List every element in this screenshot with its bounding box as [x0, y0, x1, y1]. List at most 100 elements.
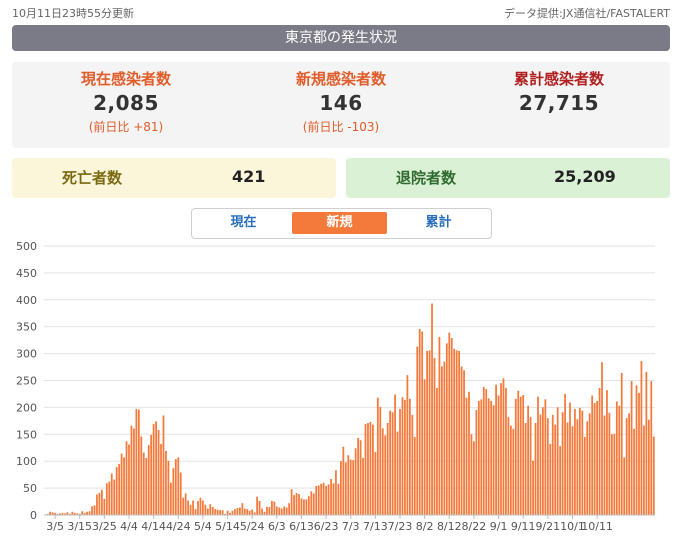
bar [406, 375, 409, 515]
new-cases-value: 146 [319, 91, 363, 115]
bar [202, 500, 204, 515]
bar [645, 371, 648, 515]
bar [468, 391, 470, 515]
bar [280, 508, 283, 515]
bar [603, 415, 606, 515]
total-cases-label: 累計感染者数 [513, 70, 604, 88]
bar [571, 426, 574, 515]
bar [635, 385, 638, 515]
bar [411, 414, 414, 515]
x-tick-label: 4/14 [141, 520, 166, 533]
bar [278, 507, 281, 515]
data-source: データ提供:JX通信社/FASTALERT [503, 7, 670, 20]
bar [322, 482, 325, 515]
bar [394, 394, 396, 515]
bar [418, 328, 421, 515]
bar [167, 460, 170, 515]
bar [490, 400, 493, 515]
bar [221, 510, 224, 515]
bar [234, 509, 236, 515]
bar [189, 504, 192, 515]
bar [288, 503, 291, 515]
bar [98, 492, 101, 515]
bar [110, 473, 113, 515]
bar [115, 467, 118, 515]
bar [436, 388, 438, 515]
bar [514, 398, 517, 515]
bar [633, 428, 635, 515]
bar [187, 500, 190, 515]
bar [204, 504, 207, 515]
bar [342, 446, 345, 515]
bar [539, 414, 542, 515]
x-tick-label: 8/12 [437, 520, 462, 533]
bar [638, 392, 640, 515]
bar [332, 483, 335, 515]
bar [455, 350, 458, 515]
x-tick-label: 4/24 [166, 520, 191, 533]
bar [271, 501, 273, 515]
recovered-box: 退院者数 25,209 [346, 158, 670, 198]
bar [105, 483, 108, 515]
bar [256, 496, 258, 515]
bar [206, 508, 209, 515]
bar [298, 494, 300, 515]
bar [238, 507, 241, 515]
bar [561, 412, 564, 515]
bar [549, 443, 552, 515]
bar [172, 468, 175, 515]
bar [125, 441, 128, 515]
bar [372, 424, 374, 515]
bar [551, 414, 554, 515]
bar [266, 506, 268, 515]
new-cases-bar-chart: 0 50 100 150 200 250 300 350 400 450 500 3/5 3/15 3/2… [16, 240, 655, 533]
current-cases-value: 2,085 [93, 91, 159, 115]
bar [137, 409, 140, 515]
bar [133, 428, 135, 515]
deaths-label: 死亡者数 [62, 169, 123, 187]
bar [91, 506, 93, 515]
update-timestamp: 10月11日23時55分更新 [12, 7, 134, 20]
bar [81, 511, 84, 515]
x-tick-label: 9/21 [535, 520, 560, 533]
bar [652, 436, 655, 515]
bar [630, 381, 633, 515]
bar [423, 379, 426, 515]
bar [527, 405, 529, 515]
bar [192, 500, 194, 515]
bar [611, 434, 613, 515]
bar [352, 460, 355, 515]
bar [357, 438, 360, 515]
bar [650, 381, 653, 515]
bar [497, 395, 500, 515]
bar [544, 399, 547, 515]
bar [509, 425, 512, 515]
bar [330, 478, 332, 515]
bar [169, 482, 172, 515]
bar [384, 435, 387, 515]
bar [389, 410, 392, 515]
bar [583, 436, 586, 515]
y-tick-label: 150 [16, 428, 37, 441]
tab-total[interactable]: 累計 [391, 212, 486, 234]
bar [251, 509, 254, 515]
x-tick-label: 7/23 [388, 520, 413, 533]
y-tick-label: 0 [30, 509, 37, 522]
bar [620, 372, 623, 515]
bar [327, 484, 330, 515]
bar [194, 509, 197, 515]
bar [152, 424, 155, 515]
bar [165, 450, 167, 515]
bar [120, 453, 123, 515]
bar [445, 343, 448, 515]
tab-new[interactable]: 新規 [292, 212, 387, 234]
bar [354, 448, 357, 515]
total-cases-stat: 累計感染者数 27,715 [459, 68, 659, 116]
bar [396, 431, 399, 515]
tab-current[interactable]: 現在 [196, 212, 291, 234]
bar [209, 504, 212, 515]
bar [135, 409, 138, 515]
bar [315, 485, 318, 515]
bar [495, 384, 497, 515]
bar [450, 338, 453, 515]
